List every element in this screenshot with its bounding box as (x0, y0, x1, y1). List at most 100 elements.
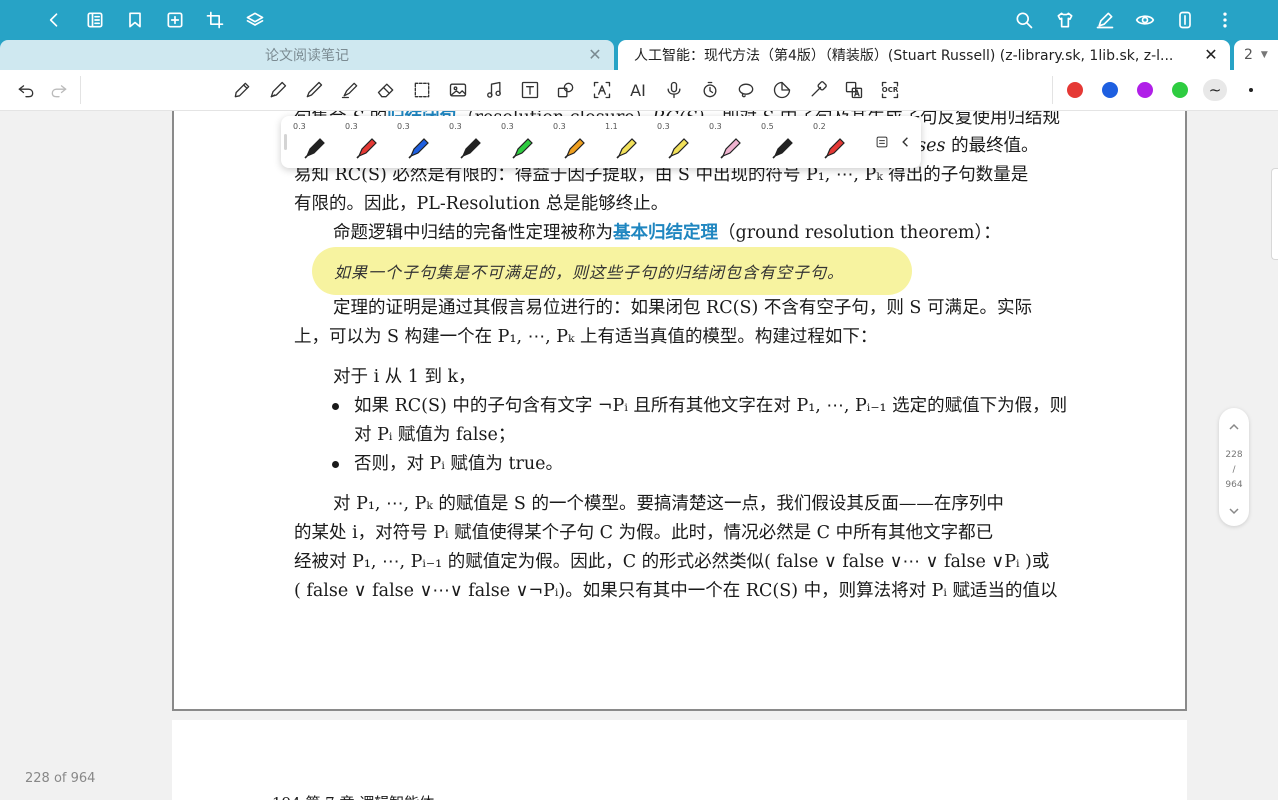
pen-preset[interactable]: 0.3 (657, 122, 697, 164)
pen-preset[interactable]: 0.3 (345, 122, 385, 164)
pen-icon (512, 138, 533, 159)
lasso-select-icon[interactable] (410, 78, 434, 102)
page-scroller[interactable]: 228 / 964 (1219, 408, 1249, 526)
undo-icon[interactable] (14, 78, 38, 102)
pen-icon (564, 138, 585, 159)
redo-icon[interactable] (47, 78, 71, 102)
text-line: 对于 i 从 1 到 k， (333, 367, 476, 387)
color-swatch-purple[interactable] (1137, 82, 1153, 98)
tab-count-button[interactable]: 2 ▼ (1234, 40, 1278, 70)
palette-settings-icon[interactable] (872, 132, 892, 152)
timer-icon[interactable] (698, 78, 722, 102)
pen-size-label: 0.3 (501, 122, 514, 131)
split-view-icon[interactable] (1173, 8, 1197, 32)
layers-icon[interactable] (243, 8, 267, 32)
pen-preset[interactable]: 0.3 (553, 122, 593, 164)
eraser-icon[interactable] (374, 78, 398, 102)
pen-icon (460, 138, 481, 159)
microphone-icon[interactable] (662, 78, 686, 102)
pen-icon (356, 138, 377, 159)
add-page-icon[interactable] (163, 8, 187, 32)
pen-icon (408, 138, 429, 159)
close-icon[interactable]: ✕ (1202, 46, 1220, 64)
text-box-icon[interactable] (518, 78, 542, 102)
text-line: ( false ∨ false ∨⋯∨ false ∨¬Pᵢ)。如果只有其中一个… (294, 581, 1058, 601)
more-options-icon[interactable] (1249, 88, 1253, 92)
pen-size-label: 0.2 (813, 122, 826, 131)
text-run: 命题逻辑中归结的完备性定理被称为 (333, 223, 613, 243)
pen-preset[interactable]: 0.2 (813, 122, 853, 164)
pen-preset[interactable]: 1.1 (605, 122, 645, 164)
pen-size-label: 0.3 (709, 122, 722, 131)
text-line: 上，可以为 S 构建一个在 P₁, ⋯, Pₖ 上有适当真值的模型。构建过程如下… (294, 327, 878, 347)
ai-label: AI (630, 80, 646, 100)
text-line: 对 Pᵢ 赋值为 false； (354, 425, 516, 445)
laser-pointer-icon[interactable] (806, 78, 830, 102)
pen-edit-icon[interactable] (1093, 8, 1117, 32)
image-icon[interactable] (446, 78, 470, 102)
shapes-icon[interactable] (554, 78, 578, 102)
more-vertical-icon[interactable] (1213, 8, 1237, 32)
pen-preset[interactable]: 0.3 (293, 122, 333, 164)
annotation-toolbar: AI OCR (0, 70, 1278, 111)
ballpoint-pen-icon[interactable] (302, 78, 326, 102)
translate-icon[interactable] (842, 78, 866, 102)
wave-stroke-icon: ∼ (1208, 81, 1222, 99)
music-note-icon[interactable] (482, 78, 506, 102)
chevron-left-icon[interactable] (896, 132, 916, 152)
chevron-up-icon[interactable] (1227, 420, 1241, 434)
pen-preset[interactable]: 0.3 (397, 122, 437, 164)
color-swatch-blue[interactable] (1102, 82, 1118, 98)
scroller-total-pages: 964 (1225, 480, 1243, 490)
sticker-icon[interactable] (770, 78, 794, 102)
pen-size-label: 0.3 (657, 122, 670, 131)
pencil-icon[interactable] (230, 78, 254, 102)
highlighter-icon[interactable] (338, 78, 362, 102)
text-line: 定理的证明是通过其假言易位进行的：如果闭包 RC(S) 不含有空子句，则 S 可… (333, 298, 1032, 318)
next-document-page[interactable]: 194 第 7 章 逻辑智能体 (172, 720, 1187, 800)
pen-preset[interactable]: 0.3 (449, 122, 489, 164)
document-page[interactable]: 句集合 S 的归结闭包（resolution closure）RC(S)，即对 … (172, 111, 1187, 711)
tab-strip: 论文阅读笔记 ✕ 人工智能：现代方法（第4版）（精装版）(Stuart Russ… (0, 40, 1278, 70)
eye-icon[interactable] (1133, 8, 1157, 32)
ocr-button[interactable]: OCR (878, 78, 902, 102)
scroller-separator: / (1232, 465, 1236, 475)
divider (1052, 76, 1053, 104)
tab-ai-modern-approach[interactable]: 人工智能：现代方法（第4版）（精装版）(Stuart Russell) (z-l… (618, 40, 1230, 70)
tab-count-value: 2 (1244, 47, 1253, 63)
drag-handle[interactable] (284, 134, 287, 150)
text-line: 命题逻辑中归结的完备性定理被称为基本归结定理（ground resolution… (333, 222, 1001, 244)
pen-size-label: 0.3 (553, 122, 566, 131)
top-app-bar (0, 0, 1278, 40)
text-run: （ground resolution theorem）： (718, 223, 1001, 243)
bookmark-icon[interactable] (123, 8, 147, 32)
search-icon[interactable] (1012, 8, 1036, 32)
ai-assistant-button[interactable]: AI (626, 78, 650, 102)
text-recognition-icon[interactable] (590, 78, 614, 102)
lasso-ai-icon[interactable] (734, 78, 758, 102)
pen-preset[interactable]: 0.3 (501, 122, 541, 164)
color-swatch-green[interactable] (1172, 82, 1188, 98)
pen-size-label: 0.3 (345, 122, 358, 131)
color-swatch-red[interactable] (1067, 82, 1083, 98)
pen-icon (824, 138, 845, 159)
stroke-style-button[interactable]: ∼ (1203, 79, 1227, 101)
chevron-down-icon[interactable] (1227, 504, 1241, 518)
pen-preset[interactable]: 0.3 (709, 122, 749, 164)
fountain-pen-icon[interactable] (266, 78, 290, 102)
theme-shirt-icon[interactable] (1053, 8, 1077, 32)
pen-preset[interactable]: 0.5 (761, 122, 801, 164)
text-line: 否则，对 Pᵢ 赋值为 true。 (354, 454, 564, 474)
page-count-label: 228 of 964 (25, 771, 96, 786)
side-panel-handle[interactable] (1271, 168, 1278, 260)
divider (80, 76, 81, 104)
close-icon[interactable]: ✕ (586, 46, 604, 64)
theorem-statement: 如果一个子句集是不可满足的，则这些子句的归结闭包含有空子句。 (334, 263, 845, 282)
pen-icon (616, 138, 637, 159)
tab-reading-notes[interactable]: 论文阅读笔记 ✕ (0, 40, 614, 70)
crop-icon[interactable] (203, 8, 227, 32)
book-outline-icon[interactable] (83, 8, 107, 32)
page-header: 194 第 7 章 逻辑智能体 (272, 792, 434, 800)
back-arrow-icon[interactable] (42, 8, 66, 32)
pen-icon (304, 138, 325, 159)
